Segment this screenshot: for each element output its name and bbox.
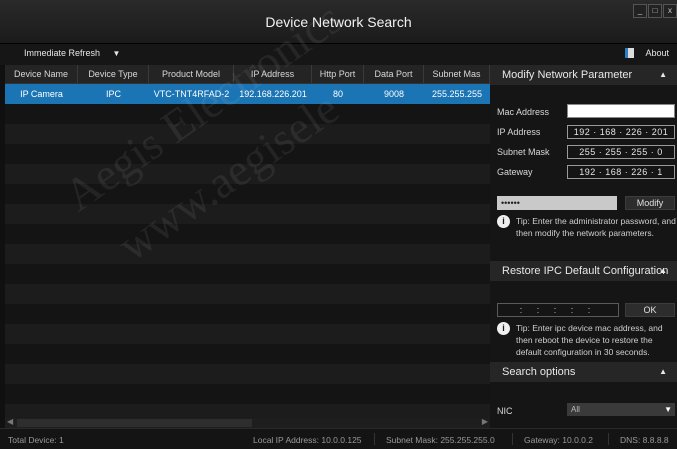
window-controls: _ □ x — [632, 4, 677, 18]
empty-row — [5, 264, 490, 284]
refresh-label: Immediate Refresh — [24, 48, 101, 58]
search-options-header[interactable]: Search options ▲ — [490, 362, 677, 382]
minimize-button[interactable]: _ — [633, 4, 647, 18]
restore-tip: i Tip: Enter ipc device mac address, and… — [497, 322, 677, 358]
section-title: Restore IPC Default Configuration — [502, 265, 669, 277]
column-header[interactable]: Http Port — [312, 65, 364, 83]
table-cell: IP Camera — [20, 89, 63, 99]
chevron-down-icon[interactable]: ▼ — [664, 403, 672, 416]
section-title: Modify Network Parameter — [502, 69, 633, 81]
window-title: Device Network Search — [265, 14, 412, 30]
restore-header[interactable]: Restore IPC Default Configuration ▲ — [490, 261, 677, 281]
total-device-count: Total Device: 1 — [8, 435, 64, 445]
tip-text: Tip: Enter the administrator password, a… — [516, 216, 676, 238]
ip-address-input[interactable]: 192 · 168 · 226 · 201 — [567, 125, 675, 139]
empty-row — [5, 104, 490, 124]
ok-button[interactable]: OK — [625, 303, 675, 317]
title-bar: Device Network Search _ □ x — [0, 0, 677, 44]
table-cell: 80 — [332, 89, 343, 99]
restore-mac-input[interactable]: : : : : : — [497, 303, 619, 317]
nic-value: All — [571, 405, 580, 414]
empty-row — [5, 404, 490, 418]
horizontal-scrollbar[interactable]: ◀ ▶ — [5, 417, 490, 428]
empty-row — [5, 324, 490, 344]
table-cell: 255.255.255 — [431, 89, 483, 99]
gateway-input[interactable]: 192 · 168 · 226 · 1 — [567, 165, 675, 179]
divider — [512, 433, 513, 445]
empty-row — [5, 144, 490, 164]
about-button[interactable]: About — [625, 48, 669, 58]
column-header[interactable]: Device Type — [78, 65, 149, 83]
book-icon — [625, 48, 635, 58]
divider — [374, 433, 375, 445]
gateway-label: Gateway — [497, 167, 533, 177]
nic-select[interactable]: All ▼ — [567, 403, 675, 416]
local-ip-status: Local IP Address: 10.0.0.125 — [253, 435, 362, 445]
column-header[interactable]: Data Port — [364, 65, 424, 83]
empty-row — [5, 204, 490, 224]
table-cell: IPC — [105, 89, 121, 99]
info-icon: i — [497, 215, 510, 228]
chevron-up-icon[interactable]: ▲ — [659, 65, 667, 85]
column-header[interactable]: Device Name — [5, 65, 78, 83]
empty-row — [5, 364, 490, 384]
empty-row — [5, 184, 490, 204]
empty-row — [5, 344, 490, 364]
mac-address-input[interactable] — [567, 104, 675, 118]
table-row[interactable]: IP Camera IPC VTC-TNT4RFAD-2 192.168.226… — [5, 84, 490, 104]
immediate-refresh-button[interactable]: Immediate Refresh ▼ — [24, 48, 120, 58]
empty-row — [5, 224, 490, 244]
table-cell: 192.168.226.201 — [239, 89, 307, 99]
scroll-left-icon[interactable]: ◀ — [7, 417, 13, 426]
modify-tip: i Tip: Enter the administrator password,… — [497, 215, 677, 239]
dns-status: DNS: 8.8.8.8 — [620, 435, 669, 445]
info-icon: i — [497, 322, 510, 335]
empty-row — [5, 384, 490, 404]
ip-address-label: IP Address — [497, 127, 541, 137]
empty-row — [5, 164, 490, 184]
maximize-button[interactable]: □ — [648, 4, 662, 18]
status-bar: Total Device: 1 Local IP Address: 10.0.0… — [0, 428, 677, 449]
about-label: About — [645, 48, 669, 58]
column-header[interactable]: Product Model — [149, 65, 234, 83]
empty-row — [5, 304, 490, 324]
empty-row — [5, 244, 490, 264]
subnet-mask-input[interactable]: 255 · 255 · 255 · 0 — [567, 145, 675, 159]
gateway-status: Gateway: 10.0.0.2 — [524, 435, 593, 445]
table-cell: VTC-TNT4RFAD-2 — [153, 89, 230, 99]
table-header: Device Name Device Type Product Model IP… — [5, 65, 490, 84]
nic-label: NIC — [497, 406, 513, 416]
modify-network-header[interactable]: Modify Network Parameter ▲ — [490, 65, 677, 85]
section-title: Search options — [502, 366, 576, 378]
chevron-up-icon[interactable]: ▲ — [659, 261, 667, 281]
toolbar: Immediate Refresh ▼ About — [0, 44, 677, 65]
subnet-mask-label: Subnet Mask — [497, 147, 550, 157]
modify-button[interactable]: Modify — [625, 196, 675, 210]
chevron-up-icon[interactable]: ▲ — [659, 362, 667, 382]
chevron-down-icon[interactable]: ▼ — [113, 49, 121, 58]
scrollbar-thumb[interactable] — [17, 419, 252, 427]
tip-text: Tip: Enter ipc device mac address, and t… — [516, 323, 663, 357]
empty-row — [5, 124, 490, 144]
column-header[interactable]: IP Address — [234, 65, 312, 83]
password-input[interactable]: •••••• — [497, 196, 617, 210]
empty-row — [5, 284, 490, 304]
divider — [608, 433, 609, 445]
empty-rows — [5, 104, 490, 418]
table-cell: 9008 — [383, 89, 405, 99]
device-table: Device Name Device Type Product Model IP… — [5, 65, 490, 418]
subnet-mask-status: Subnet Mask: 255.255.255.0 — [386, 435, 495, 445]
table-body: IP Camera IPC VTC-TNT4RFAD-2 192.168.226… — [5, 84, 490, 418]
scroll-right-icon[interactable]: ▶ — [482, 417, 488, 426]
close-button[interactable]: x — [663, 4, 677, 18]
column-header[interactable]: Subnet Mas — [424, 65, 490, 83]
mac-address-label: Mac Address — [497, 107, 550, 117]
side-panel: Modify Network Parameter ▲ Mac Address I… — [490, 65, 677, 428]
